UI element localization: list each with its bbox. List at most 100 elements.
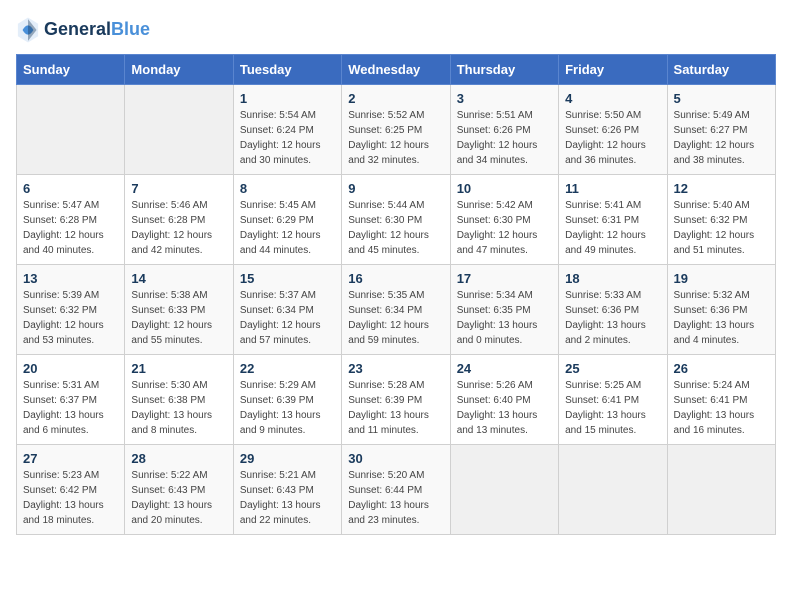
calendar-cell: 25 Sunrise: 5:25 AMSunset: 6:41 PMDaylig… [559,355,667,445]
day-info: Sunrise: 5:47 AMSunset: 6:28 PMDaylight:… [23,200,104,256]
day-number: 20 [23,361,118,376]
day-number: 19 [674,271,769,286]
weekday-header: Monday [125,55,233,85]
calendar-cell: 4 Sunrise: 5:50 AMSunset: 6:26 PMDayligh… [559,85,667,175]
day-info: Sunrise: 5:40 AMSunset: 6:32 PMDaylight:… [674,200,755,256]
calendar-cell: 18 Sunrise: 5:33 AMSunset: 6:36 PMDaylig… [559,265,667,355]
day-info: Sunrise: 5:24 AMSunset: 6:41 PMDaylight:… [674,380,755,436]
day-number: 2 [348,91,443,106]
day-number: 24 [457,361,552,376]
day-info: Sunrise: 5:42 AMSunset: 6:30 PMDaylight:… [457,200,538,256]
calendar-cell: 27 Sunrise: 5:23 AMSunset: 6:42 PMDaylig… [17,445,125,535]
calendar-cell: 24 Sunrise: 5:26 AMSunset: 6:40 PMDaylig… [450,355,558,445]
day-number: 15 [240,271,335,286]
calendar-cell: 3 Sunrise: 5:51 AMSunset: 6:26 PMDayligh… [450,85,558,175]
calendar-week: 6 Sunrise: 5:47 AMSunset: 6:28 PMDayligh… [17,175,776,265]
calendar-header: SundayMondayTuesdayWednesdayThursdayFrid… [17,55,776,85]
calendar-cell [125,85,233,175]
day-info: Sunrise: 5:39 AMSunset: 6:32 PMDaylight:… [23,290,104,346]
calendar-cell: 22 Sunrise: 5:29 AMSunset: 6:39 PMDaylig… [233,355,341,445]
day-number: 12 [674,181,769,196]
day-info: Sunrise: 5:37 AMSunset: 6:34 PMDaylight:… [240,290,321,346]
calendar-week: 20 Sunrise: 5:31 AMSunset: 6:37 PMDaylig… [17,355,776,445]
calendar-cell: 15 Sunrise: 5:37 AMSunset: 6:34 PMDaylig… [233,265,341,355]
calendar-cell: 7 Sunrise: 5:46 AMSunset: 6:28 PMDayligh… [125,175,233,265]
day-info: Sunrise: 5:38 AMSunset: 6:33 PMDaylight:… [131,290,212,346]
calendar-cell [450,445,558,535]
logo-icon [16,16,40,44]
calendar-week: 27 Sunrise: 5:23 AMSunset: 6:42 PMDaylig… [17,445,776,535]
calendar-cell: 21 Sunrise: 5:30 AMSunset: 6:38 PMDaylig… [125,355,233,445]
day-info: Sunrise: 5:45 AMSunset: 6:29 PMDaylight:… [240,200,321,256]
day-number: 10 [457,181,552,196]
calendar-week: 1 Sunrise: 5:54 AMSunset: 6:24 PMDayligh… [17,85,776,175]
day-info: Sunrise: 5:34 AMSunset: 6:35 PMDaylight:… [457,290,538,346]
day-number: 6 [23,181,118,196]
day-number: 14 [131,271,226,286]
day-number: 28 [131,451,226,466]
day-number: 26 [674,361,769,376]
weekday-header: Friday [559,55,667,85]
day-number: 5 [674,91,769,106]
day-info: Sunrise: 5:46 AMSunset: 6:28 PMDaylight:… [131,200,212,256]
calendar-cell: 19 Sunrise: 5:32 AMSunset: 6:36 PMDaylig… [667,265,775,355]
day-info: Sunrise: 5:44 AMSunset: 6:30 PMDaylight:… [348,200,429,256]
day-info: Sunrise: 5:33 AMSunset: 6:36 PMDaylight:… [565,290,646,346]
day-info: Sunrise: 5:20 AMSunset: 6:44 PMDaylight:… [348,470,429,526]
calendar-cell: 17 Sunrise: 5:34 AMSunset: 6:35 PMDaylig… [450,265,558,355]
day-number: 22 [240,361,335,376]
logo: GeneralBlue [16,16,150,44]
calendar-cell: 2 Sunrise: 5:52 AMSunset: 6:25 PMDayligh… [342,85,450,175]
page-header: GeneralBlue [16,16,776,44]
calendar-cell: 8 Sunrise: 5:45 AMSunset: 6:29 PMDayligh… [233,175,341,265]
day-info: Sunrise: 5:26 AMSunset: 6:40 PMDaylight:… [457,380,538,436]
calendar-cell [559,445,667,535]
day-info: Sunrise: 5:22 AMSunset: 6:43 PMDaylight:… [131,470,212,526]
day-number: 11 [565,181,660,196]
weekday-header: Thursday [450,55,558,85]
calendar-cell: 23 Sunrise: 5:28 AMSunset: 6:39 PMDaylig… [342,355,450,445]
calendar-cell: 11 Sunrise: 5:41 AMSunset: 6:31 PMDaylig… [559,175,667,265]
day-number: 16 [348,271,443,286]
day-number: 13 [23,271,118,286]
day-number: 4 [565,91,660,106]
day-number: 17 [457,271,552,286]
calendar-cell: 5 Sunrise: 5:49 AMSunset: 6:27 PMDayligh… [667,85,775,175]
weekday-header: Wednesday [342,55,450,85]
day-info: Sunrise: 5:50 AMSunset: 6:26 PMDaylight:… [565,110,646,166]
calendar-table: SundayMondayTuesdayWednesdayThursdayFrid… [16,54,776,535]
calendar-cell: 9 Sunrise: 5:44 AMSunset: 6:30 PMDayligh… [342,175,450,265]
calendar-cell: 20 Sunrise: 5:31 AMSunset: 6:37 PMDaylig… [17,355,125,445]
day-info: Sunrise: 5:28 AMSunset: 6:39 PMDaylight:… [348,380,429,436]
day-info: Sunrise: 5:30 AMSunset: 6:38 PMDaylight:… [131,380,212,436]
calendar-cell: 10 Sunrise: 5:42 AMSunset: 6:30 PMDaylig… [450,175,558,265]
calendar-cell: 29 Sunrise: 5:21 AMSunset: 6:43 PMDaylig… [233,445,341,535]
calendar-cell: 26 Sunrise: 5:24 AMSunset: 6:41 PMDaylig… [667,355,775,445]
day-number: 21 [131,361,226,376]
day-number: 23 [348,361,443,376]
day-info: Sunrise: 5:31 AMSunset: 6:37 PMDaylight:… [23,380,104,436]
day-number: 8 [240,181,335,196]
day-info: Sunrise: 5:25 AMSunset: 6:41 PMDaylight:… [565,380,646,436]
day-info: Sunrise: 5:35 AMSunset: 6:34 PMDaylight:… [348,290,429,346]
day-number: 7 [131,181,226,196]
calendar-cell: 13 Sunrise: 5:39 AMSunset: 6:32 PMDaylig… [17,265,125,355]
day-info: Sunrise: 5:32 AMSunset: 6:36 PMDaylight:… [674,290,755,346]
day-info: Sunrise: 5:51 AMSunset: 6:26 PMDaylight:… [457,110,538,166]
logo-text: GeneralBlue [44,19,150,41]
day-info: Sunrise: 5:52 AMSunset: 6:25 PMDaylight:… [348,110,429,166]
calendar-cell: 16 Sunrise: 5:35 AMSunset: 6:34 PMDaylig… [342,265,450,355]
weekday-header: Saturday [667,55,775,85]
day-number: 27 [23,451,118,466]
day-info: Sunrise: 5:54 AMSunset: 6:24 PMDaylight:… [240,110,321,166]
calendar-cell: 14 Sunrise: 5:38 AMSunset: 6:33 PMDaylig… [125,265,233,355]
calendar-cell: 6 Sunrise: 5:47 AMSunset: 6:28 PMDayligh… [17,175,125,265]
day-number: 18 [565,271,660,286]
day-number: 1 [240,91,335,106]
calendar-cell [17,85,125,175]
day-info: Sunrise: 5:41 AMSunset: 6:31 PMDaylight:… [565,200,646,256]
day-info: Sunrise: 5:21 AMSunset: 6:43 PMDaylight:… [240,470,321,526]
day-info: Sunrise: 5:29 AMSunset: 6:39 PMDaylight:… [240,380,321,436]
calendar-cell: 12 Sunrise: 5:40 AMSunset: 6:32 PMDaylig… [667,175,775,265]
day-number: 29 [240,451,335,466]
